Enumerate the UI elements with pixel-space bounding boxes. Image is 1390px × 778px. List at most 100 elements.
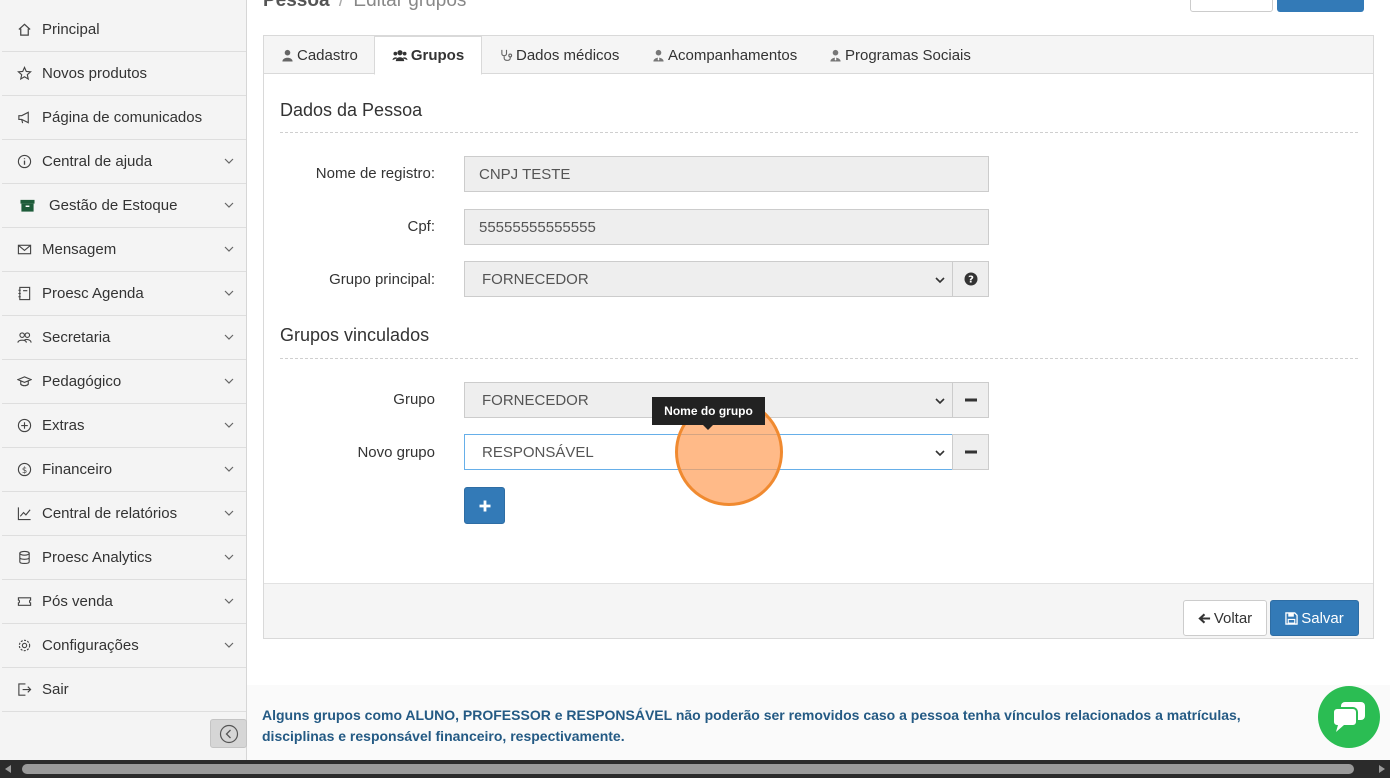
sidebar-item-secretaria[interactable]: Secretaria (2, 316, 246, 360)
megaphone-icon (16, 110, 32, 126)
arrow-left-circle-icon (219, 724, 238, 743)
chevron-down-icon (224, 422, 234, 428)
tab-grupos[interactable]: Grupos (374, 36, 482, 75)
sidebar-item-pedagogico[interactable]: Pedagógico (2, 360, 246, 404)
tab-label: Grupos (410, 47, 465, 64)
sidebar-item-label: Extras (42, 417, 85, 434)
sidebar-item-pos-venda[interactable]: Pós venda (2, 580, 246, 624)
tab-label: Cadastro (297, 46, 358, 64)
graduation-cap-icon (16, 374, 32, 390)
sidebar-item-label: Pedagógico (42, 373, 122, 390)
remove-grupo-button[interactable] (952, 382, 989, 418)
help-addon[interactable]: ? (952, 261, 989, 297)
sidebar-item-comunicados[interactable]: Página de comunicados (2, 96, 246, 140)
sidebar-collapse-button[interactable] (210, 719, 247, 748)
salvar-label: Salvar (1301, 609, 1344, 627)
plus-icon (479, 500, 490, 511)
top-back-button[interactable] (1190, 0, 1273, 12)
edit-groups-panel: Cadastro Grupos Dados médicos Acompanham… (263, 35, 1374, 639)
svg-text:$: $ (21, 465, 26, 475)
tab-acompanhamentos[interactable]: Acompanhamentos (652, 36, 797, 74)
grupo-principal-select[interactable]: FORNECEDOR (464, 261, 953, 297)
users-icon (392, 50, 408, 62)
sidebar-item-extras[interactable]: Extras (2, 404, 246, 448)
sidebar-item-central-ajuda[interactable]: Central de ajuda (2, 140, 246, 184)
chevron-down-icon (935, 277, 945, 284)
chevron-down-icon (935, 398, 945, 405)
svg-text:?: ? (968, 275, 974, 286)
floppy-disk-icon (1285, 611, 1298, 625)
sidebar-item-label: Novos produtos (42, 65, 148, 82)
notice-banner: Alguns grupos como ALUNO, PROFESSOR e RE… (247, 685, 1390, 760)
chat-bubble-icon (1332, 702, 1365, 732)
salvar-button[interactable]: Salvar (1270, 600, 1359, 636)
notice-text: Alguns grupos como ALUNO, PROFESSOR e RE… (262, 707, 1241, 744)
chat-widget-button[interactable] (1318, 686, 1380, 748)
tab-label: Acompanhamentos (668, 46, 798, 64)
users-icon (16, 330, 32, 346)
panel-footer: Voltar Salvar (264, 583, 1373, 638)
minus-icon (964, 450, 977, 454)
cpf-field[interactable]: 55555555555555 (464, 209, 989, 245)
gear-icon (16, 638, 32, 654)
page-title: Pessoa / Editar grupos (263, 0, 466, 12)
chevron-down-icon (224, 642, 234, 648)
sidebar-item-agenda[interactable]: Proesc Agenda (2, 272, 246, 316)
nome-registro-label: Nome de registro: (315, 165, 435, 182)
cpf-label: Cpf: (407, 218, 435, 235)
user-icon (282, 49, 293, 62)
voltar-button[interactable]: Voltar (1183, 600, 1267, 636)
tab-dados-medicos[interactable]: Dados médicos (500, 36, 619, 74)
question-circle-icon: ? (964, 272, 977, 286)
sidebar-item-label: Gestão de Estoque (49, 197, 178, 214)
remove-novo-grupo-button[interactable] (952, 434, 989, 470)
chevron-down-icon (224, 158, 234, 164)
logout-icon (16, 682, 32, 698)
sidebar-item-sair[interactable]: Sair (2, 668, 246, 712)
minus-icon (964, 398, 977, 402)
dollar-circle-icon: $ (16, 462, 32, 478)
breadcrumb-separator: / (338, 0, 345, 11)
line-chart-icon (16, 506, 32, 522)
sidebar-item-label: Secretaria (42, 329, 111, 346)
sidebar-item-novos-produtos[interactable]: Novos produtos (2, 52, 246, 96)
section-title-grupos-vinculados: Grupos vinculados (280, 325, 430, 345)
tab-cadastro[interactable]: Cadastro (281, 36, 358, 74)
sidebar-item-label: Proesc Agenda (42, 285, 144, 302)
add-grupo-button[interactable] (464, 487, 505, 524)
sidebar-item-financeiro[interactable]: $ Financeiro (2, 448, 246, 492)
info-icon (16, 154, 32, 170)
sidebar-item-mensagem[interactable]: Mensagem (2, 228, 246, 272)
sidebar-item-analytics[interactable]: Proesc Analytics (2, 536, 246, 580)
top-save-button[interactable] (1277, 0, 1364, 12)
chevron-down-icon (224, 290, 234, 296)
horizontal-scrollbar[interactable] (0, 760, 1390, 778)
home-icon (16, 22, 32, 38)
chevron-down-icon (224, 202, 234, 208)
sidebar-item-principal[interactable]: Principal (2, 8, 246, 52)
chevron-down-icon (224, 378, 234, 384)
user-tie-icon (653, 49, 664, 62)
sidebar-item-relatorios[interactable]: Central de relatórios (2, 492, 246, 536)
arrow-left-icon (1198, 613, 1210, 623)
tooltip-arrow (703, 425, 713, 430)
database-icon (16, 550, 32, 566)
nome-registro-field[interactable]: CNPJ TESTE (464, 156, 989, 192)
scrollbar-thumb[interactable] (22, 764, 1354, 774)
scroll-left-arrow[interactable] (5, 765, 11, 773)
scroll-right-arrow[interactable] (1379, 765, 1385, 773)
sidebar-item-configuracoes[interactable]: Configurações (2, 624, 246, 668)
sidebar-item-estoque[interactable]: Gestão de Estoque (2, 184, 246, 228)
sidebar-item-label: Principal (42, 21, 100, 38)
section-divider (280, 358, 1358, 359)
sidebar-item-label: Financeiro (42, 461, 113, 478)
ticket-icon (16, 594, 32, 610)
tab-programas-sociais[interactable]: Programas Sociais (829, 36, 971, 74)
section-title-dados-pessoa: Dados da Pessoa (280, 100, 423, 120)
sidebar-item-label: Proesc Analytics (42, 549, 153, 566)
chevron-down-icon (224, 466, 234, 472)
app-root: Pessoa / Editar grupos Principal Novos p… (0, 0, 1390, 778)
user-tie-icon (830, 49, 841, 62)
chevron-down-icon (224, 334, 234, 340)
voltar-label: Voltar (1213, 609, 1253, 627)
